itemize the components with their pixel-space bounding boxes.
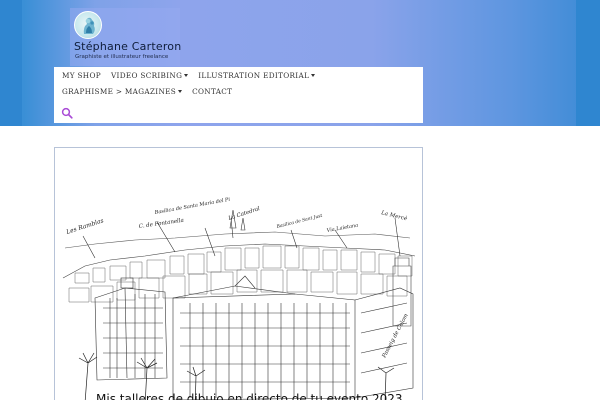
caret-down-icon bbox=[178, 90, 183, 93]
barcelona-sketch-image[interactable]: Les Ramblas Basilica de Santa Maria del … bbox=[55, 148, 423, 400]
post-title[interactable]: Mis talleres de dibujo en directo de tu … bbox=[96, 392, 403, 400]
header-edge-right bbox=[576, 0, 600, 126]
site-title[interactable]: Stéphane Carteron bbox=[74, 40, 181, 53]
caret-down-icon bbox=[311, 74, 316, 77]
nav-item-label: ILLUSTRATION EDITORIAL bbox=[198, 71, 310, 80]
nav-item-label: VIDEO SCRIBING bbox=[110, 71, 183, 80]
header-edge-left bbox=[0, 0, 22, 126]
nav-item-graphisme-magazines[interactable]: GRAPHISME > MAGAZINES bbox=[62, 87, 183, 96]
nav-item-label: CONTACT bbox=[192, 87, 233, 96]
nav-item-label: MY SHOP bbox=[62, 71, 101, 80]
vase-logo-icon[interactable] bbox=[74, 11, 102, 39]
nav-item-contact[interactable]: CONTACT bbox=[192, 87, 232, 96]
nav-item-illustration-editorial[interactable]: ILLUSTRATION EDITORIAL bbox=[198, 71, 316, 80]
nav-row-primary: MY SHOP VIDEO SCRIBING ILLUSTRATION EDIT… bbox=[62, 71, 325, 80]
nav-item-label: GRAPHISME > MAGAZINES bbox=[62, 87, 177, 96]
caret-down-icon bbox=[184, 74, 189, 77]
site-tagline: Graphiste et illustrateur freelance bbox=[75, 54, 169, 60]
featured-post-card[interactable]: Les Ramblas Basilica de Santa Maria del … bbox=[54, 147, 423, 400]
nav-row-secondary: GRAPHISME > MAGAZINES CONTACT bbox=[62, 87, 242, 96]
nav-item-my-shop[interactable]: MY SHOP bbox=[62, 71, 101, 80]
search-icon[interactable] bbox=[61, 107, 73, 119]
nav-item-video-scribing[interactable]: VIDEO SCRIBING bbox=[110, 71, 189, 80]
main-navigation: MY SHOP VIDEO SCRIBING ILLUSTRATION EDIT… bbox=[54, 67, 423, 123]
